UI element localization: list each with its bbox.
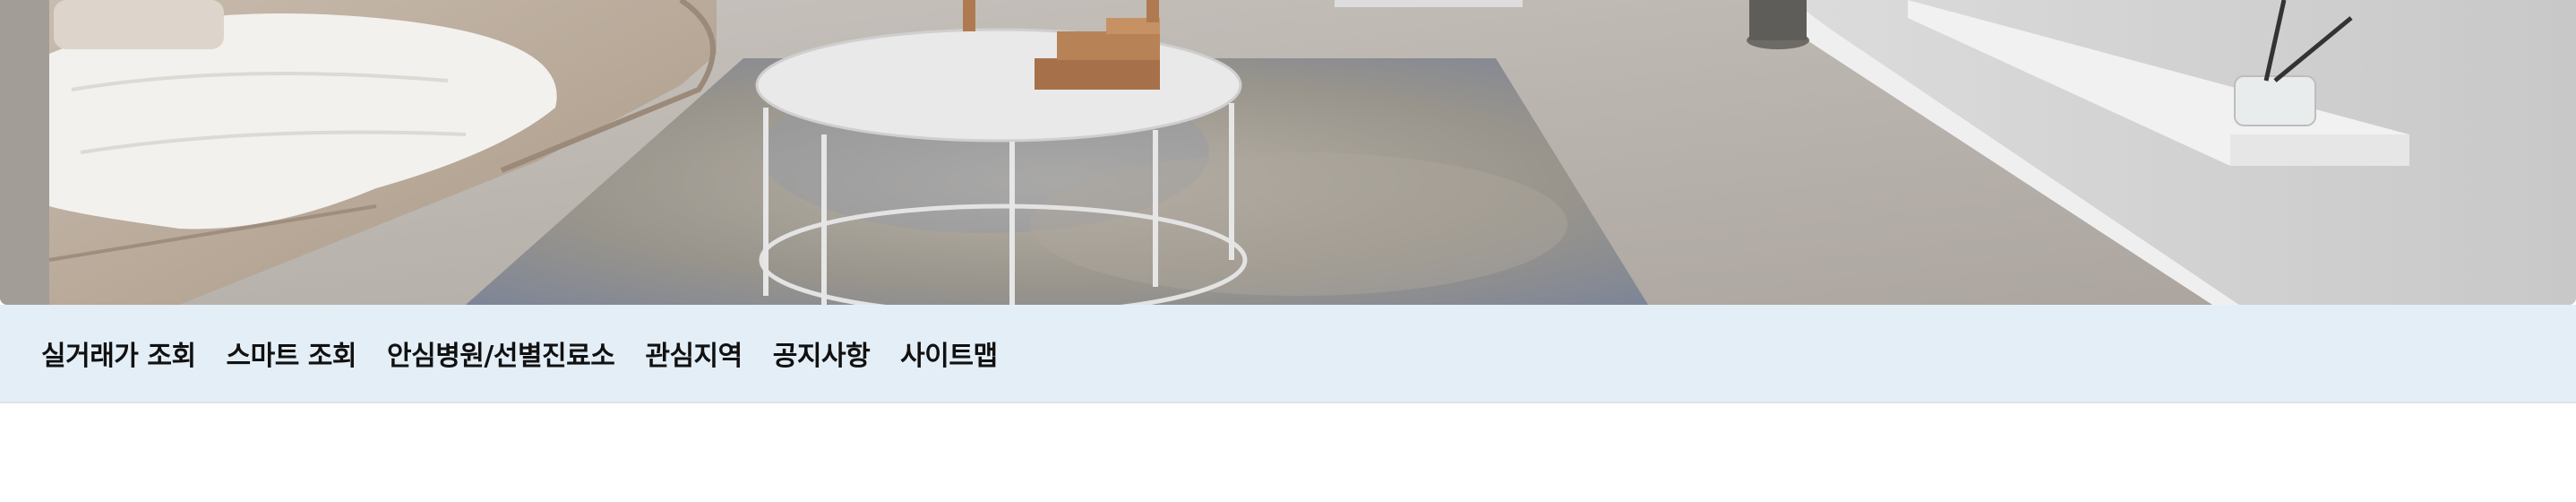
nav-item-sitemap[interactable]: 사이트맵 (900, 333, 998, 373)
living-room-photo (0, 0, 2576, 305)
nav-item-safe-hospital[interactable]: 안심병원/선별진료소 (387, 333, 615, 373)
hero-banner (0, 0, 2576, 305)
main-nav-bar: 실거래가 조회 스마트 조회 안심병원/선별진료소 관심지역 공지사항 사이트맵 (0, 305, 2576, 403)
page: 실거래가 조회 스마트 조회 안심병원/선별진료소 관심지역 공지사항 사이트맵 (0, 0, 2576, 502)
nav-item-real-price[interactable]: 실거래가 조회 (41, 333, 196, 373)
nav-item-notice[interactable]: 공지사항 (773, 333, 871, 373)
nav-item-smart-search[interactable]: 스마트 조회 (227, 333, 357, 373)
nav-item-interest-area[interactable]: 관심지역 (645, 333, 743, 373)
